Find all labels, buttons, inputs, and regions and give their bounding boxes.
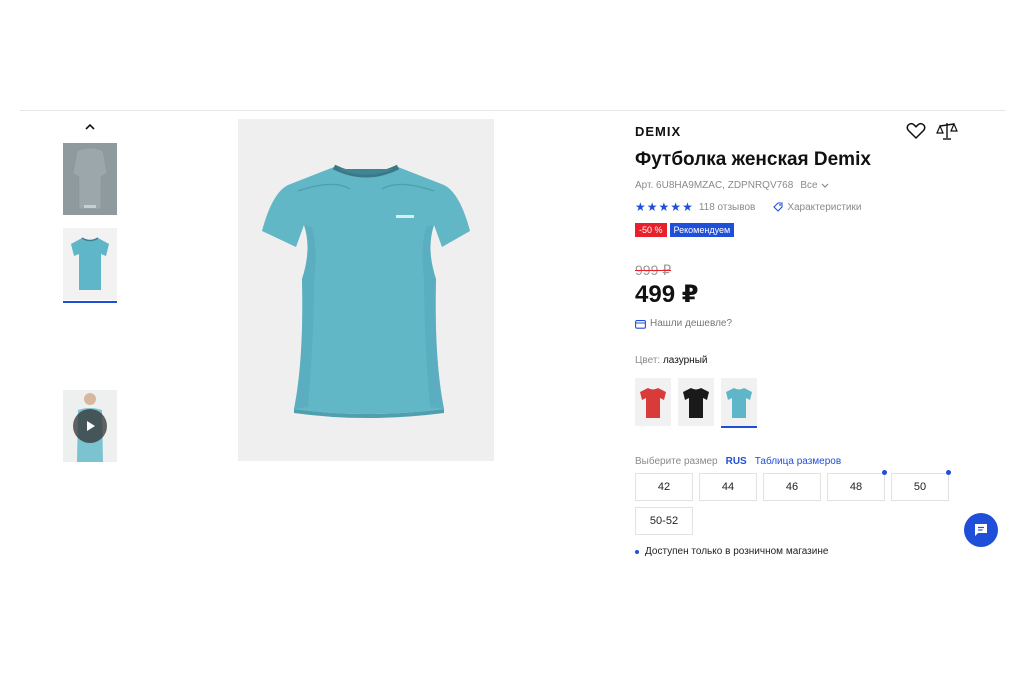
favorite-button[interactable] [906, 122, 928, 142]
size-system-toggle[interactable]: RUS [726, 456, 747, 467]
selection-handle [882, 470, 887, 475]
found-cheaper-label: Нашли дешевле? [650, 318, 733, 329]
color-swatch-red[interactable] [635, 378, 671, 426]
recommended-badge: Рекомендуем [669, 223, 735, 237]
rating-row: ★ ★ ★ ★ ★ 118 отзывов Характеристики [635, 201, 861, 213]
color-swatch-azure[interactable] [721, 378, 757, 426]
sku-row: Арт. 6U8HA9MZAC, ZDPNRQV768 Все [635, 180, 829, 191]
badges: -50 % Рекомендуем [635, 223, 735, 237]
wallet-icon [635, 319, 646, 329]
black-shirt-thumbnail [683, 388, 709, 418]
availability-text: Доступен только в розничном магазине [645, 546, 829, 557]
reviews-link[interactable]: 118 отзывов [699, 202, 756, 213]
red-shirt-thumbnail [640, 388, 666, 418]
chat-icon [975, 524, 987, 536]
thumbnail-video[interactable] [63, 390, 117, 462]
color-active-indicator [721, 426, 757, 428]
size-button-46[interactable]: 46 [763, 473, 821, 501]
tshirt-illustration [238, 119, 494, 461]
color-label: Цвет: [635, 355, 661, 366]
color-swatch-black[interactable] [678, 378, 714, 426]
scales-icon [936, 122, 958, 140]
sku-all-dropdown[interactable]: Все [800, 180, 828, 191]
play-icon [87, 421, 95, 431]
availability-notice: Доступен только в розничном магазине [635, 546, 828, 557]
size-button-48[interactable]: 48 [827, 473, 885, 501]
play-button[interactable] [73, 409, 107, 443]
size-label: Выберите размер [635, 456, 718, 467]
header-divider [20, 110, 1006, 111]
product-main-image[interactable] [238, 119, 494, 461]
azure-shirt-thumbnail [726, 388, 752, 418]
star-icon: ★ [682, 200, 693, 214]
found-cheaper-link[interactable]: Нашли дешевле? [635, 318, 732, 329]
tag-icon [773, 202, 783, 212]
thumbnails-up-button[interactable] [80, 116, 100, 136]
thumbnail-image-2[interactable] [63, 228, 117, 300]
size-button-42[interactable]: 42 [635, 473, 693, 501]
old-price: 999 ₽ [635, 262, 672, 278]
shirt-thumbnail [63, 228, 117, 300]
current-price: 499 ₽ [635, 281, 699, 308]
star-icon: ★ [646, 200, 658, 214]
shirt-photo-thumbnail [63, 143, 117, 215]
thumbnail-active-indicator [63, 301, 117, 303]
sku-all-label: Все [800, 180, 818, 191]
size-table-link[interactable]: Таблица размеров [755, 456, 841, 467]
product-title: Футболка женская Demix [635, 149, 871, 170]
bullet-dot [635, 549, 639, 554]
color-value: лазурный [662, 355, 708, 366]
chevron-up-icon [85, 123, 95, 130]
size-row: Выберите размер RUS Таблица размеров [635, 456, 841, 467]
size-button-44[interactable]: 44 [699, 473, 757, 501]
sku-label: Арт. 6U8HA9MZAC, ZDPNRQV768 [635, 180, 794, 191]
product-brand[interactable]: DEMIX [635, 124, 681, 139]
heart-icon [906, 122, 926, 140]
specs-label: Характеристики [787, 201, 862, 213]
specs-link[interactable]: Характеристики [773, 202, 861, 213]
discount-badge: -50 % [635, 223, 667, 237]
thumbnail-image-1[interactable] [63, 143, 117, 215]
size-button-50-52[interactable]: 50-52 [635, 507, 693, 535]
star-icon: ★ [658, 200, 670, 214]
chat-button[interactable] [964, 513, 998, 547]
star-icon: ★ [670, 200, 682, 214]
color-row: Цвет: лазурный [635, 355, 707, 366]
size-button-50[interactable]: 50 [891, 473, 949, 501]
chevron-down-icon [821, 183, 828, 188]
star-icon: ★ [635, 200, 646, 214]
rating-stars: ★ ★ ★ ★ ★ [635, 201, 693, 213]
compare-button[interactable] [936, 121, 960, 143]
selection-handle [946, 470, 951, 475]
